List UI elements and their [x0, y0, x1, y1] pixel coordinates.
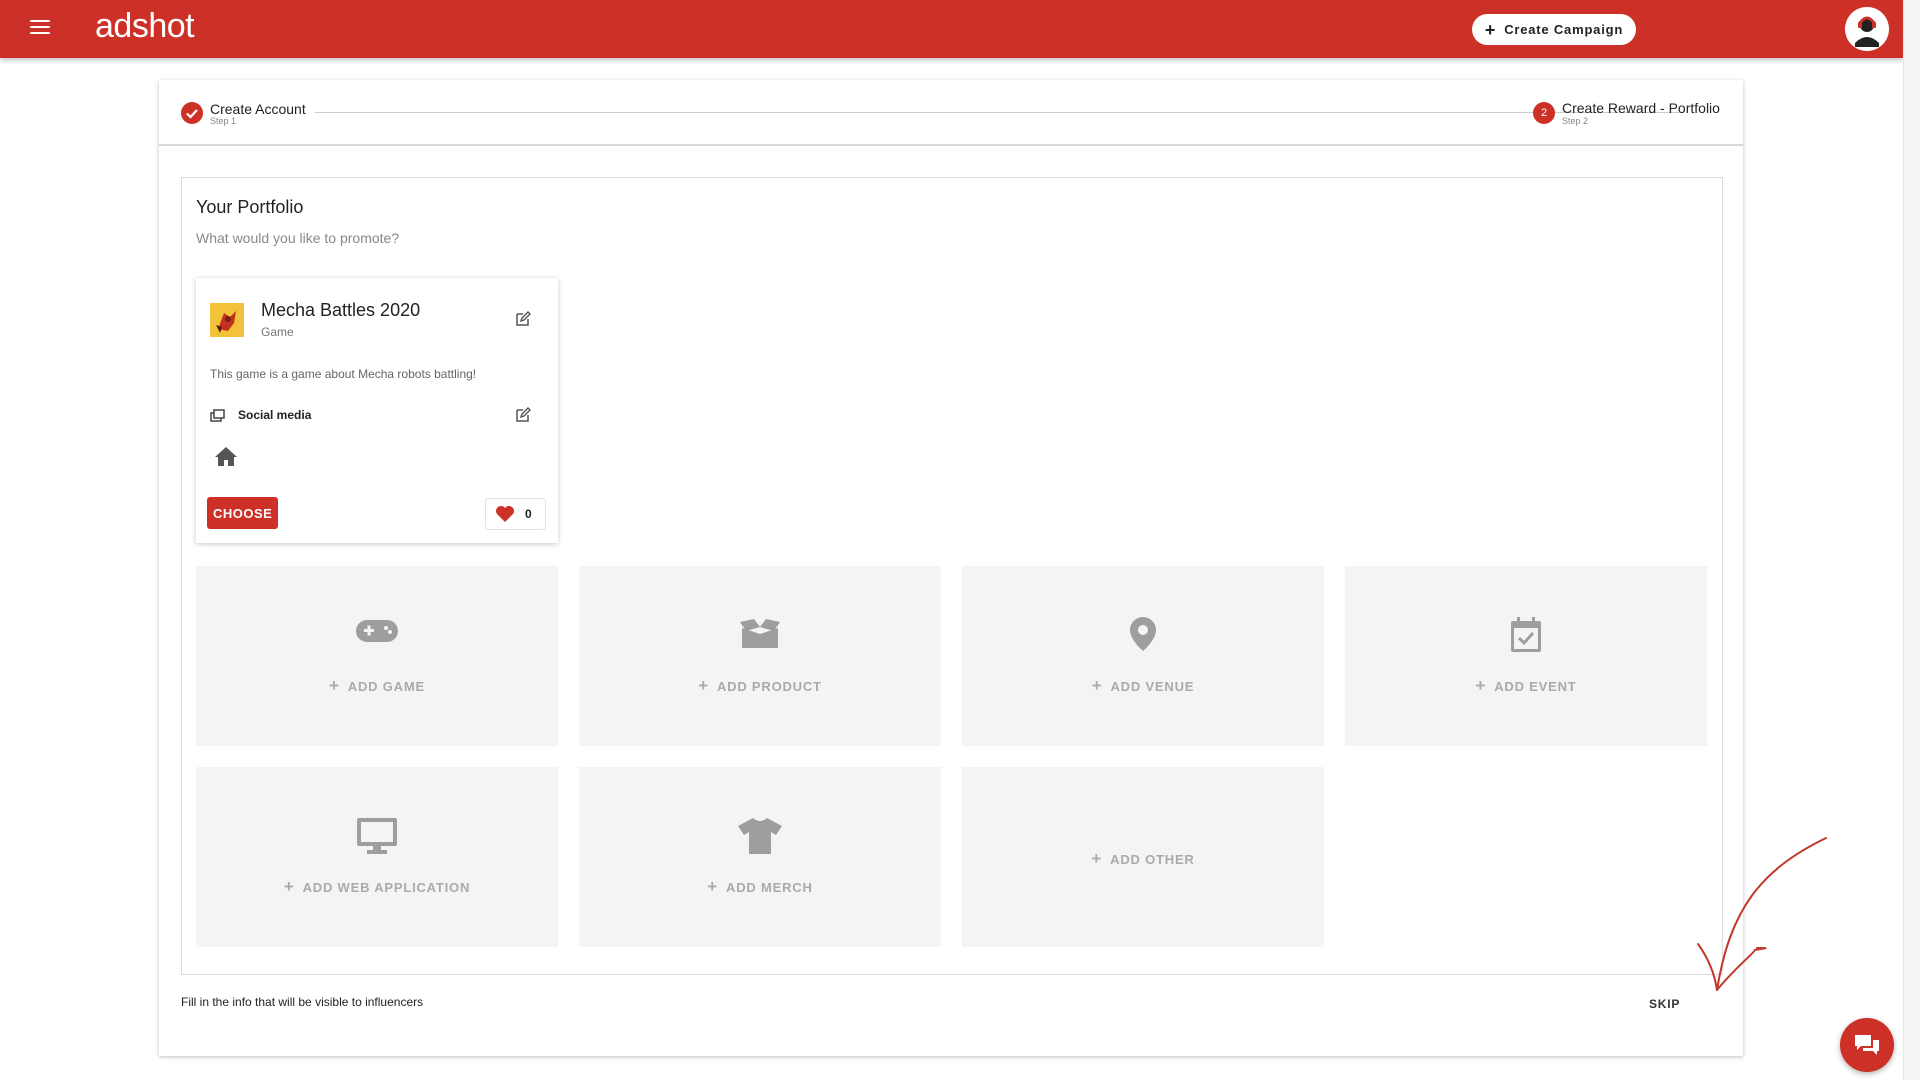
calendar-check-icon: [1509, 616, 1543, 659]
like-button[interactable]: 0: [485, 498, 546, 530]
create-campaign-button[interactable]: + Create Campaign: [1472, 14, 1636, 45]
add-event-label: ADD EVENT: [1494, 679, 1577, 694]
user-avatar-icon: [1845, 7, 1889, 51]
portfolio-subtitle: What would you like to promote?: [196, 230, 400, 246]
add-web-application-tile[interactable]: + ADD WEB APPLICATION: [196, 767, 558, 947]
add-event-tile[interactable]: + ADD EVENT: [1345, 566, 1707, 746]
tshirt-icon: [737, 817, 783, 860]
item-title: Mecha Battles 2020: [261, 300, 421, 320]
portfolio-title: Your Portfolio: [196, 197, 304, 217]
edit-item-icon[interactable]: [514, 310, 532, 328]
menu-icon[interactable]: [30, 20, 50, 36]
box-icon: [738, 618, 782, 655]
channel-label: Social media: [238, 408, 312, 422]
add-merch-label: ADD MERCH: [726, 880, 813, 895]
stepper: Create Account Step 1 2 Create Reward - …: [159, 80, 1743, 146]
top-app-bar: adshot + Create Campaign: [0, 0, 1903, 58]
step2-label[interactable]: Create Reward - Portfolio: [1562, 100, 1720, 116]
add-venue-label: ADD VENUE: [1110, 679, 1195, 694]
step2-sublabel: Step 2: [1562, 116, 1589, 126]
item-description: This game is a game about Mecha robots b…: [210, 367, 477, 381]
stepper-connector: [315, 112, 1683, 113]
choose-button[interactable]: CHOOSE: [207, 497, 278, 529]
monitor-icon: [356, 817, 398, 860]
footer-info-text: Fill in the info that will be visible to…: [181, 995, 424, 1009]
page-scrollbar[interactable]: [1903, 0, 1920, 1080]
step-complete-check-icon: [181, 102, 203, 124]
add-game-tile[interactable]: + ADD GAME: [196, 566, 558, 746]
add-game-label: ADD GAME: [347, 679, 425, 694]
social-media-icon: [210, 409, 226, 423]
add-product-label: ADD PRODUCT: [716, 679, 822, 694]
portfolio-section: Your Portfolio What would you like to pr…: [181, 177, 1723, 975]
gamepad-icon: [355, 618, 399, 649]
add-merch-tile[interactable]: + ADD MERCH: [579, 767, 941, 947]
edit-channel-icon[interactable]: [514, 406, 532, 424]
location-pin-icon: [1128, 616, 1158, 657]
add-venue-tile[interactable]: + ADD VENUE: [962, 566, 1324, 746]
main-card: Create Account Step 1 2 Create Reward - …: [159, 80, 1743, 1056]
item-type: Game: [261, 325, 294, 339]
add-web-application-label: ADD WEB APPLICATION: [302, 880, 471, 895]
portfolio-item-card: Mecha Battles 2020 Game This game is a g…: [196, 278, 558, 543]
step1-sublabel: Step 1: [210, 116, 237, 126]
add-other-tile[interactable]: + ADD OTHER: [962, 767, 1324, 947]
add-other-label: ADD OTHER: [1110, 852, 1195, 867]
plus-icon: +: [1484, 19, 1497, 40]
like-count: 0: [525, 507, 532, 521]
add-product-tile[interactable]: + ADD PRODUCT: [579, 566, 941, 746]
step2-number-badge: 2: [1533, 102, 1555, 124]
heart-icon: [496, 506, 514, 522]
chat-button[interactable]: [1840, 1018, 1894, 1072]
app-logo[interactable]: adshot: [95, 7, 195, 46]
step1-label[interactable]: Create Account: [210, 101, 306, 117]
create-campaign-label: Create Campaign: [1504, 22, 1624, 37]
home-icon: [214, 445, 238, 467]
annotation-arrow-icon: [1697, 837, 1827, 991]
user-avatar[interactable]: [1845, 7, 1889, 51]
game-thumbnail-icon: [210, 303, 244, 337]
chat-bubbles-icon: [1855, 1035, 1879, 1055]
